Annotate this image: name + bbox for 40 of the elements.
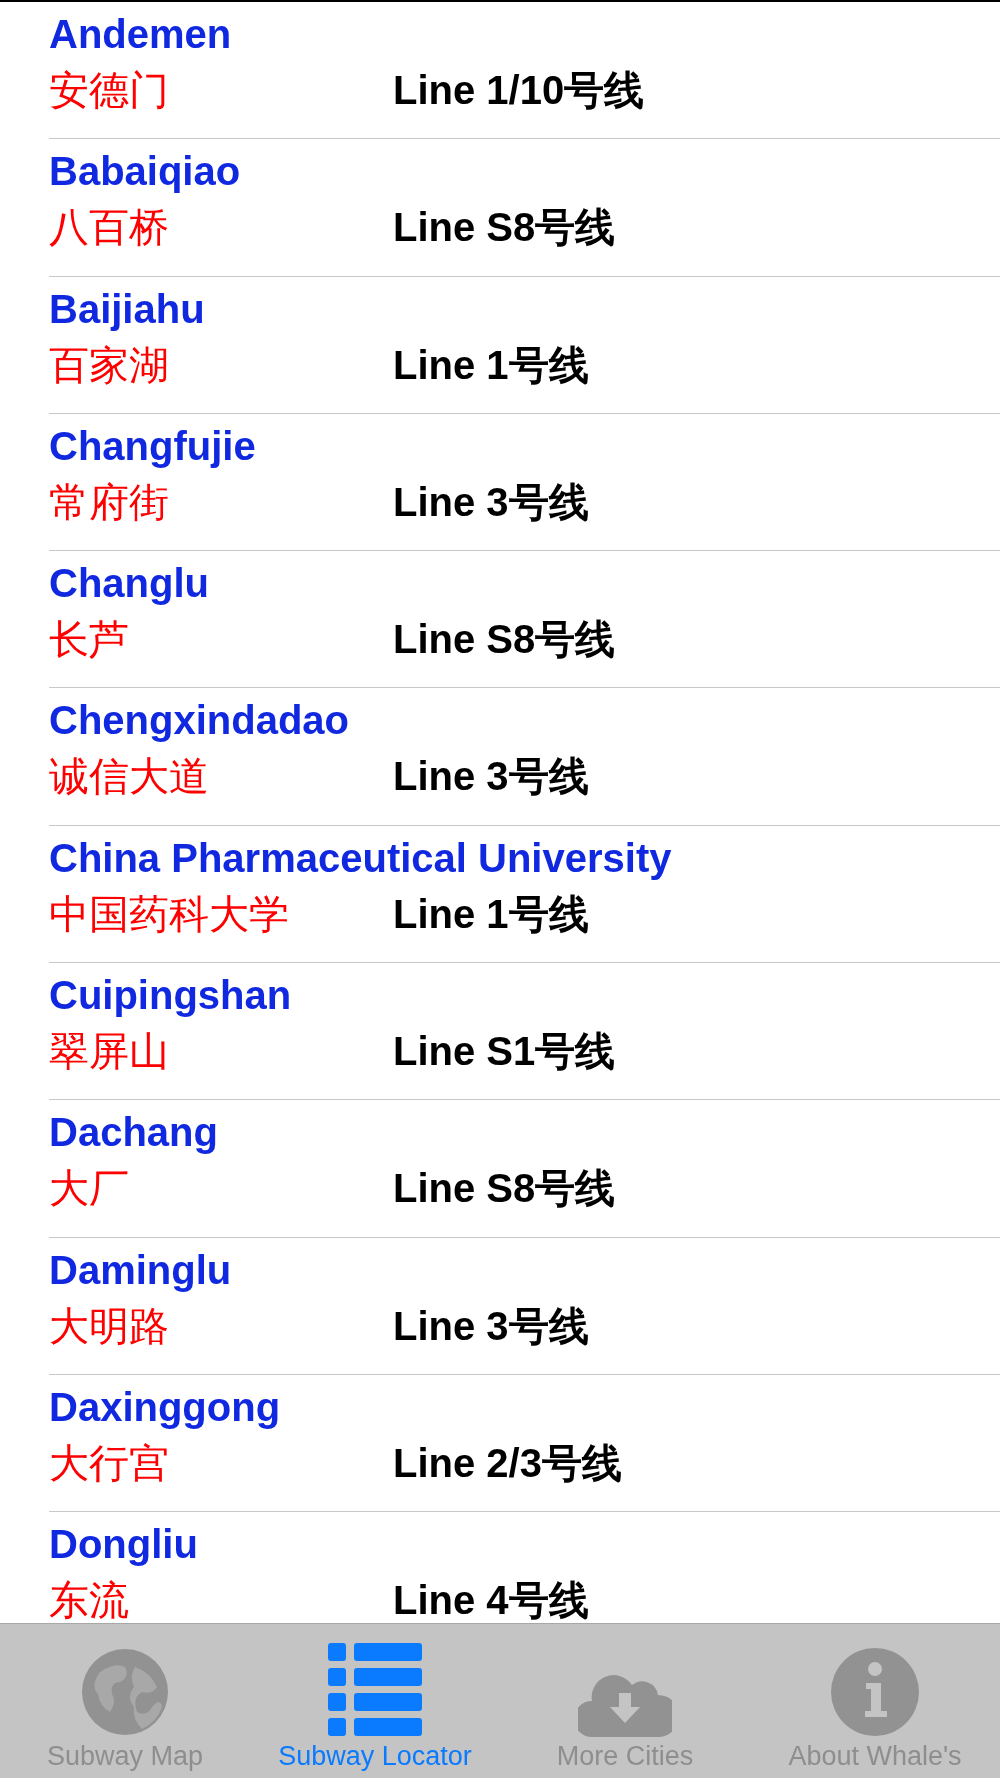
station-name: Daminglu <box>49 1246 232 1294</box>
line-label: Line 3号线 <box>393 1302 589 1350</box>
line-label: Line S8号线 <box>393 204 616 252</box>
station-chinese-name: 百家湖 <box>49 341 170 389</box>
line-label: Line 1/10号线 <box>393 67 645 114</box>
station-name: Cuipingshan <box>49 972 292 1020</box>
station-name: Baijiahu <box>49 285 205 333</box>
station-name: Andemen <box>49 11 232 58</box>
line-label: Line 2/3号线 <box>393 1439 622 1487</box>
globe-icon <box>80 1647 170 1737</box>
station-name: Babaiqiao <box>49 148 241 196</box>
line-label: Line 1号线 <box>393 341 589 389</box>
station-chinese-name: 大明路 <box>49 1302 170 1350</box>
station-chinese-name: 大厂 <box>49 1165 130 1213</box>
line-label: Line S8号线 <box>393 1165 616 1213</box>
list-icon <box>328 1643 422 1737</box>
station-name: Chengxindadao <box>49 697 350 745</box>
tab[interactable]: Subway Locator <box>250 1624 500 1778</box>
station-name: China Pharmaceutical University <box>49 834 672 882</box>
station-chinese-name: 长芦 <box>49 616 130 664</box>
station-chinese-name: 中国药科大学 <box>49 890 290 938</box>
station-chinese-name: 大行宫 <box>49 1439 170 1487</box>
station-chinese-name: 翠屏山 <box>49 1028 170 1076</box>
line-label: Line S8号线 <box>393 616 616 664</box>
station-chinese-name: 东流 <box>49 1577 130 1623</box>
line-label: Line 1号线 <box>393 890 589 938</box>
line-label: Line S1号线 <box>393 1028 616 1076</box>
station-chinese-name: 八百桥 <box>49 204 170 252</box>
line-label: Line 4号线 <box>393 1577 589 1623</box>
line-label: Line 3号线 <box>393 753 589 801</box>
station-name: Changfujie <box>49 422 256 470</box>
station-chinese-name: 诚信大道 <box>49 753 210 801</box>
station-name: Daxinggong <box>49 1383 281 1431</box>
info-icon <box>830 1647 920 1737</box>
line-label: Line 3号线 <box>393 478 589 526</box>
station-chinese-name: 安德门 <box>49 67 170 114</box>
station-name: Dongliu <box>49 1521 198 1569</box>
station-name: Dachang <box>49 1109 218 1157</box>
station-name: Changlu <box>49 560 209 608</box>
station-chinese-name: 常府街 <box>49 478 170 526</box>
